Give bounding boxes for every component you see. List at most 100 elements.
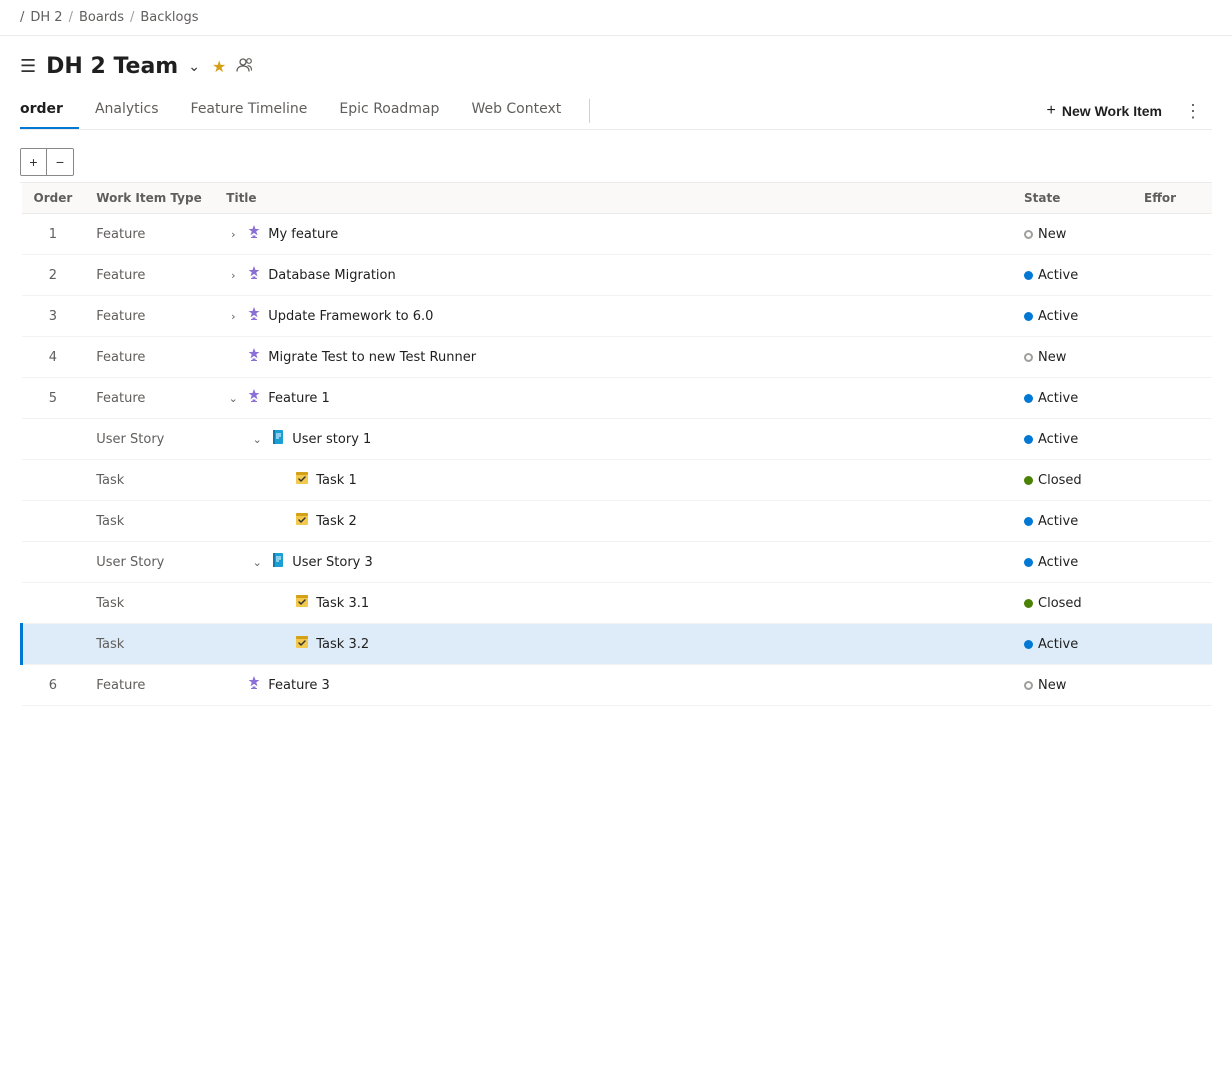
cell-type: Task bbox=[84, 460, 214, 501]
cell-order bbox=[22, 542, 85, 583]
table-row[interactable]: Task Task 1 Closed bbox=[22, 460, 1213, 501]
work-item-title[interactable]: My feature bbox=[268, 227, 338, 242]
collapse-all-button[interactable]: − bbox=[47, 149, 73, 175]
breadcrumb: / DH 2 / Boards / Backlogs bbox=[0, 0, 1232, 36]
cell-title[interactable]: Task 3.2 bbox=[214, 624, 1012, 665]
table-row[interactable]: 2 Feature › Database Migration Active bbox=[22, 255, 1213, 296]
cell-effort bbox=[1132, 460, 1212, 501]
state-label: Closed bbox=[1038, 596, 1082, 611]
cell-title[interactable]: Task 3.1 bbox=[214, 583, 1012, 624]
tab-feature-timeline[interactable]: Feature Timeline bbox=[175, 93, 324, 129]
work-item-title[interactable]: Feature 1 bbox=[268, 391, 330, 406]
work-item-title[interactable]: Update Framework to 6.0 bbox=[268, 309, 433, 324]
cell-title[interactable]: Task 2 bbox=[214, 501, 1012, 542]
work-item-title[interactable]: Migrate Test to new Test Runner bbox=[268, 350, 476, 365]
hamburger-icon[interactable]: ☰ bbox=[20, 56, 36, 77]
expand-collapse-buttons: + − bbox=[20, 148, 74, 176]
cell-title[interactable]: › Update Framework to 6.0 bbox=[214, 296, 1012, 337]
favorite-star-icon[interactable]: ★ bbox=[212, 57, 226, 76]
work-item-title[interactable]: Task 1 bbox=[316, 473, 356, 488]
table-row[interactable]: User Story ⌄ User Story 3 Active bbox=[22, 542, 1213, 583]
team-members-icon[interactable] bbox=[236, 56, 254, 78]
state-label: Active bbox=[1038, 514, 1078, 529]
cell-title[interactable]: Migrate Test to new Test Runner bbox=[214, 337, 1012, 378]
tab-analytics[interactable]: Analytics bbox=[79, 93, 175, 129]
table-row[interactable]: User Story ⌄ User story 1 Active bbox=[22, 419, 1213, 460]
table-row[interactable]: Task Task 2 Active bbox=[22, 501, 1213, 542]
feature-icon bbox=[246, 265, 262, 285]
cell-type: Task bbox=[84, 501, 214, 542]
cell-title[interactable]: › My feature bbox=[214, 214, 1012, 255]
cell-title[interactable]: ⌄ User story 1 bbox=[214, 419, 1012, 460]
work-item-title[interactable]: Task 3.1 bbox=[316, 596, 369, 611]
cell-type: Task bbox=[84, 624, 214, 665]
breadcrumb-boards[interactable]: Boards bbox=[79, 10, 124, 25]
table-row[interactable]: 1 Feature › My feature New bbox=[22, 214, 1213, 255]
new-work-item-button[interactable]: + New Work Item bbox=[1035, 96, 1174, 126]
work-item-title[interactable]: User Story 3 bbox=[292, 555, 373, 570]
table-row[interactable]: 6 Feature Feature 3 New bbox=[22, 665, 1213, 706]
expand-down-arrow-icon[interactable]: ⌄ bbox=[226, 392, 240, 405]
breadcrumb-separator: / bbox=[20, 10, 24, 25]
expand-right-arrow-icon[interactable]: › bbox=[226, 228, 240, 241]
state-label: New bbox=[1038, 678, 1066, 693]
cell-type: Feature bbox=[84, 337, 214, 378]
tab-epic-roadmap[interactable]: Epic Roadmap bbox=[323, 93, 455, 129]
cell-type: User Story bbox=[84, 542, 214, 583]
team-name[interactable]: DH 2 Team bbox=[46, 54, 178, 79]
cell-order: 2 bbox=[22, 255, 85, 296]
state-dot-active bbox=[1024, 435, 1033, 444]
work-item-title[interactable]: Feature 3 bbox=[268, 678, 330, 693]
cell-order: 1 bbox=[22, 214, 85, 255]
cell-effort bbox=[1132, 665, 1212, 706]
nav-tabs: order Analytics Feature Timeline Epic Ro… bbox=[20, 93, 1212, 130]
work-item-title[interactable]: Database Migration bbox=[268, 268, 395, 283]
table-row[interactable]: 5 Feature ⌄ Feature 1 Active bbox=[22, 378, 1213, 419]
state-dot-new bbox=[1024, 681, 1033, 690]
expand-down-arrow-icon[interactable]: ⌄ bbox=[250, 433, 264, 446]
breadcrumb-dh2[interactable]: DH 2 bbox=[30, 10, 62, 25]
expand-down-arrow-icon[interactable]: ⌄ bbox=[250, 556, 264, 569]
state-dot-new bbox=[1024, 230, 1033, 239]
new-work-item-label: New Work Item bbox=[1062, 103, 1162, 119]
more-options-button[interactable]: ⋮ bbox=[1174, 95, 1212, 128]
table-row[interactable]: Task Task 3.1 Closed bbox=[22, 583, 1213, 624]
table-row[interactable]: Task Task 3.2 Active bbox=[22, 624, 1213, 665]
cell-order: 5 bbox=[22, 378, 85, 419]
expand-right-arrow-icon[interactable]: › bbox=[226, 310, 240, 323]
cell-state: Active bbox=[1012, 296, 1132, 337]
state-label: New bbox=[1038, 227, 1066, 242]
cell-title[interactable]: › Database Migration bbox=[214, 255, 1012, 296]
cell-title[interactable]: ⌄ User Story 3 bbox=[214, 542, 1012, 583]
work-item-title[interactable]: User story 1 bbox=[292, 432, 371, 447]
cell-effort bbox=[1132, 542, 1212, 583]
expand-all-button[interactable]: + bbox=[21, 149, 47, 175]
table-row[interactable]: 4 Feature Migrate Test to new Test Runne… bbox=[22, 337, 1213, 378]
main-content: + − Order Work Item Type Title State Eff… bbox=[0, 130, 1232, 718]
cell-state: Active bbox=[1012, 501, 1132, 542]
tab-backlog[interactable]: order bbox=[20, 93, 79, 129]
cell-state: Closed bbox=[1012, 583, 1132, 624]
breadcrumb-sep-2: / bbox=[130, 10, 134, 25]
cell-effort bbox=[1132, 296, 1212, 337]
userstory-icon bbox=[270, 429, 286, 449]
backlog-table: Order Work Item Type Title State Effor 1… bbox=[20, 183, 1212, 706]
state-dot-active bbox=[1024, 312, 1033, 321]
task-icon bbox=[294, 470, 310, 490]
cell-order: 6 bbox=[22, 665, 85, 706]
work-item-title[interactable]: Task 3.2 bbox=[316, 637, 369, 652]
cell-state: Active bbox=[1012, 378, 1132, 419]
team-name-chevron-icon[interactable]: ⌄ bbox=[188, 59, 200, 75]
expand-right-arrow-icon[interactable]: › bbox=[226, 269, 240, 282]
cell-type: Feature bbox=[84, 255, 214, 296]
cell-effort bbox=[1132, 501, 1212, 542]
tab-web-context[interactable]: Web Context bbox=[455, 93, 577, 129]
feature-icon bbox=[246, 675, 262, 695]
cell-title[interactable]: ⌄ Feature 1 bbox=[214, 378, 1012, 419]
table-row[interactable]: 3 Feature › Update Framework to 6.0 Acti… bbox=[22, 296, 1213, 337]
work-item-title[interactable]: Task 2 bbox=[316, 514, 356, 529]
cell-state: Active bbox=[1012, 624, 1132, 665]
cell-title[interactable]: Feature 3 bbox=[214, 665, 1012, 706]
cell-title[interactable]: Task 1 bbox=[214, 460, 1012, 501]
cell-type: Feature bbox=[84, 378, 214, 419]
